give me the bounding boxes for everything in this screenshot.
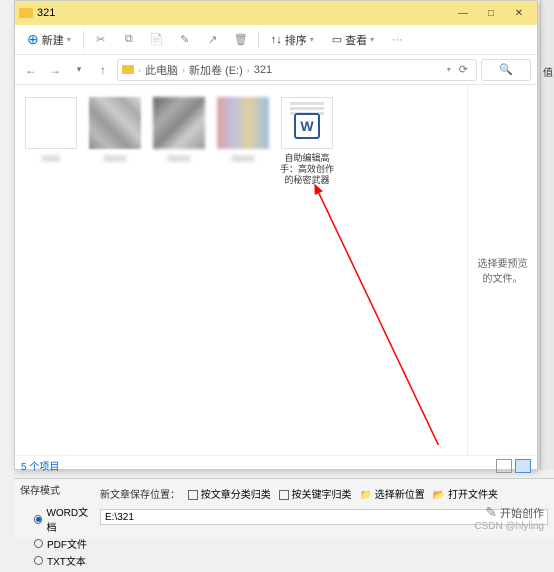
- breadcrumb-seg[interactable]: 此电脑: [145, 62, 178, 78]
- watermark: CSDN @hlyling: [474, 521, 544, 532]
- item-count: 5 个项目: [21, 458, 59, 473]
- folder-icon: [122, 65, 134, 74]
- up-button[interactable]: ↑: [93, 60, 113, 80]
- save-location-label: 新文章保存位置：: [100, 486, 180, 501]
- breadcrumb-seg[interactable]: 321: [254, 64, 272, 76]
- address-bar[interactable]: › 此电脑 › 新加卷 (E:) › 321 ▾ ⟳: [117, 59, 477, 81]
- file-item[interactable]: xxxxx: [85, 97, 145, 187]
- file-item[interactable]: xxxxx: [213, 97, 273, 187]
- chevron-down-icon: ▾: [370, 35, 374, 44]
- thumbnail: [153, 97, 205, 149]
- chevron-down-icon[interactable]: ▾: [69, 60, 89, 80]
- file-item-word[interactable]: W 自助编辑高手：高效创作的秘密武器: [277, 97, 337, 187]
- search-icon: 🔍: [499, 63, 513, 76]
- folder-icon: [19, 8, 33, 18]
- maximize-button[interactable]: □: [477, 4, 505, 22]
- file-label: xxxxx: [215, 153, 271, 164]
- delete-button[interactable]: 🗑: [230, 29, 252, 51]
- open-folder-button[interactable]: 📂 打开文件夹: [433, 486, 498, 501]
- more-button[interactable]: ···: [386, 29, 408, 51]
- thumbnail: [217, 97, 269, 149]
- file-label: xxxx: [23, 153, 79, 164]
- view-icon: ▭: [332, 33, 342, 46]
- radio-pdf[interactable]: PDF文件: [34, 536, 94, 551]
- chevron-down-icon: ▾: [67, 35, 71, 44]
- save-mode-label: 保存模式: [14, 479, 94, 500]
- chevron-down-icon: ▾: [310, 35, 314, 44]
- chevron-down-icon[interactable]: ▾: [447, 65, 451, 74]
- file-item[interactable]: xxxx: [21, 97, 81, 187]
- copy-button[interactable]: ⧉: [118, 29, 140, 51]
- new-button[interactable]: ⊕ 新建 ▾: [21, 29, 77, 50]
- window-title: 321: [37, 7, 55, 19]
- toolbar: ⊕ 新建 ▾ ✂ ⧉ 📄 ✎ ↗ 🗑 ↑↓ 排序 ▾ ▭ 查看 ▾ ···: [15, 25, 537, 55]
- side-column-header: 值: [543, 64, 553, 79]
- address-bar-row: ← → ▾ ↑ › 此电脑 › 新加卷 (E:) › 321 ▾ ⟳ 🔍: [15, 55, 537, 85]
- file-explorer-window: 321 — □ ✕ ⊕ 新建 ▾ ✂ ⧉ 📄 ✎ ↗ 🗑 ↑↓ 排序 ▾ ▭ 查…: [14, 0, 538, 470]
- thumbnails-view-button[interactable]: [515, 459, 531, 473]
- breadcrumb-seg[interactable]: 新加卷 (E:): [189, 62, 243, 78]
- preview-placeholder: 选择要预览的文件。: [474, 255, 531, 285]
- file-grid[interactable]: xxxx xxxxx xxxxx xxxxx W 自助编辑高手：高效创作的秘密武…: [15, 85, 467, 455]
- minimize-button[interactable]: —: [449, 4, 477, 22]
- radio-txt[interactable]: TXT文本: [34, 553, 94, 568]
- radio-word[interactable]: WORD文档: [34, 504, 94, 534]
- paste-button[interactable]: 📄: [146, 29, 168, 51]
- plus-icon: ⊕: [27, 31, 39, 48]
- refresh-button[interactable]: ⟳: [455, 63, 472, 76]
- pen-icon: ✎: [485, 504, 497, 520]
- view-button[interactable]: ▭ 查看 ▾: [326, 30, 380, 50]
- settings-panel: 保存模式 WORD文档 PDF文件 TXT文本 新文章保存位置： 按文章分类归类…: [14, 478, 554, 538]
- cut-button[interactable]: ✂: [90, 29, 112, 51]
- search-input[interactable]: 🔍: [481, 59, 531, 81]
- back-button[interactable]: ←: [21, 60, 41, 80]
- start-create-button[interactable]: 开始创作: [500, 508, 544, 520]
- file-label: xxxxx: [151, 153, 207, 164]
- word-letter-icon: W: [294, 113, 320, 139]
- status-bar: 5 个项目: [15, 455, 537, 475]
- sort-button[interactable]: ↑↓ 排序 ▾: [265, 30, 320, 50]
- file-label: xxxxx: [87, 153, 143, 164]
- thumbnail: [89, 97, 141, 149]
- sort-icon: ↑↓: [271, 34, 282, 46]
- rename-button[interactable]: ✎: [174, 29, 196, 51]
- file-item[interactable]: xxxxx: [149, 97, 209, 187]
- details-view-button[interactable]: [496, 459, 512, 473]
- file-label: 自助编辑高手：高效创作的秘密武器: [279, 153, 335, 185]
- thumbnail: [25, 97, 77, 149]
- preview-pane: 选择要预览的文件。: [467, 85, 537, 455]
- share-button[interactable]: ↗: [202, 29, 224, 51]
- select-location-button[interactable]: 📁 选择新位置: [360, 486, 425, 501]
- forward-button[interactable]: →: [45, 60, 65, 80]
- chk-keyword[interactable]: 按关键字归类: [279, 486, 352, 501]
- word-doc-icon: W: [281, 97, 333, 149]
- titlebar[interactable]: 321 — □ ✕: [15, 1, 537, 25]
- close-button[interactable]: ✕: [505, 4, 533, 22]
- chk-category[interactable]: 按文章分类归类: [188, 486, 271, 501]
